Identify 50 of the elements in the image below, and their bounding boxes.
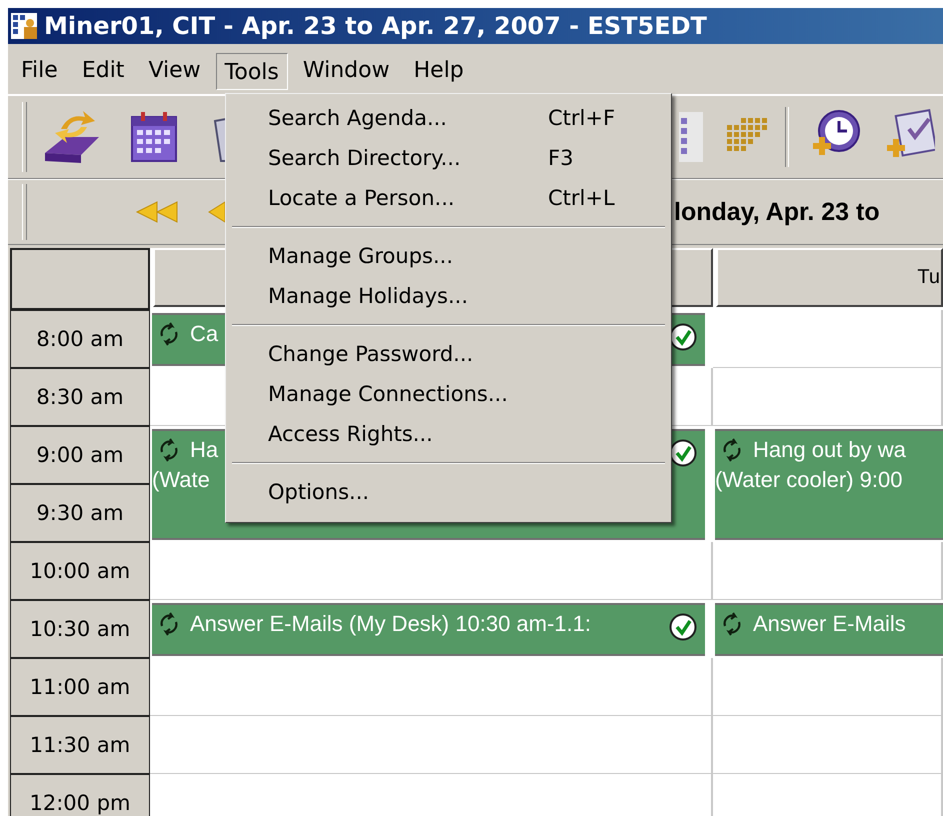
- time-label: 11:30 am: [10, 716, 150, 774]
- app-icon: [10, 11, 40, 41]
- menu-entry[interactable]: Options...: [226, 472, 671, 512]
- menu-entry[interactable]: Manage Groups...: [226, 236, 671, 276]
- time-label: 9:30 am: [10, 484, 150, 542]
- time-slot[interactable]: [150, 658, 713, 716]
- menu-item[interactable]: Edit: [72, 50, 134, 88]
- time-slot[interactable]: [713, 658, 943, 716]
- time-slot[interactable]: [713, 542, 943, 600]
- time-label: 12:00 pm: [10, 774, 150, 816]
- menu-entry[interactable]: Search Directory... F3: [226, 138, 671, 178]
- recurring-icon: [721, 438, 743, 462]
- recurring-icon: [721, 612, 743, 636]
- menu-entry[interactable]: Locate a Person... Ctrl+L: [226, 178, 671, 218]
- recurring-icon: [158, 612, 180, 636]
- time-label: 10:00 am: [10, 542, 150, 600]
- previous-icon[interactable]: [207, 200, 227, 224]
- time-label: 10:30 am: [10, 600, 150, 658]
- event-title: Answer E-Mails (My Desk) 10:30 am-1.1:: [190, 611, 591, 637]
- menu-item[interactable]: Tools: [216, 52, 288, 90]
- grid-view-icon[interactable]: [679, 112, 703, 162]
- menu-entry[interactable]: Search Agenda... Ctrl+F: [226, 98, 671, 138]
- event-detail: (Wate: [152, 467, 210, 493]
- recurring-icon: [158, 438, 180, 462]
- menu-item[interactable]: Window: [294, 50, 399, 88]
- menu-item[interactable]: Help: [404, 50, 473, 88]
- time-label: 9:00 am: [10, 426, 150, 484]
- window-title: Miner01, CIT - Apr. 23 to Apr. 27, 2007 - EST5EDT: [44, 12, 707, 40]
- menu-entry[interactable]: Manage Holidays...: [226, 276, 671, 316]
- time-slot[interactable]: [150, 716, 713, 774]
- time-slot[interactable]: [150, 542, 713, 600]
- recurring-icon: [158, 322, 180, 346]
- date-range-heading: londay, Apr. 23 to: [674, 198, 880, 226]
- time-label: 8:00 am: [10, 310, 150, 368]
- event-title: Hang out by wa: [753, 437, 906, 463]
- time-slot[interactable]: [713, 310, 943, 368]
- time-label: 11:00 am: [10, 658, 150, 716]
- event-title: Ca: [190, 321, 218, 347]
- time-label: 8:30 am: [10, 368, 150, 426]
- event-title: Ha: [190, 437, 218, 463]
- menu-entry[interactable]: Manage Connections...: [226, 374, 671, 414]
- menu-item[interactable]: File: [12, 50, 67, 88]
- day-header[interactable]: Tu: [716, 248, 943, 307]
- time-slot[interactable]: [713, 716, 943, 774]
- menu-entry[interactable]: Change Password...: [226, 334, 671, 374]
- time-slot[interactable]: [713, 368, 943, 426]
- event-title: Answer E-Mails: [753, 611, 906, 637]
- menu-item[interactable]: View: [139, 50, 210, 88]
- event-detail: (Water cooler) 9:00: [715, 467, 902, 493]
- menu-entry[interactable]: Access Rights...: [226, 414, 671, 454]
